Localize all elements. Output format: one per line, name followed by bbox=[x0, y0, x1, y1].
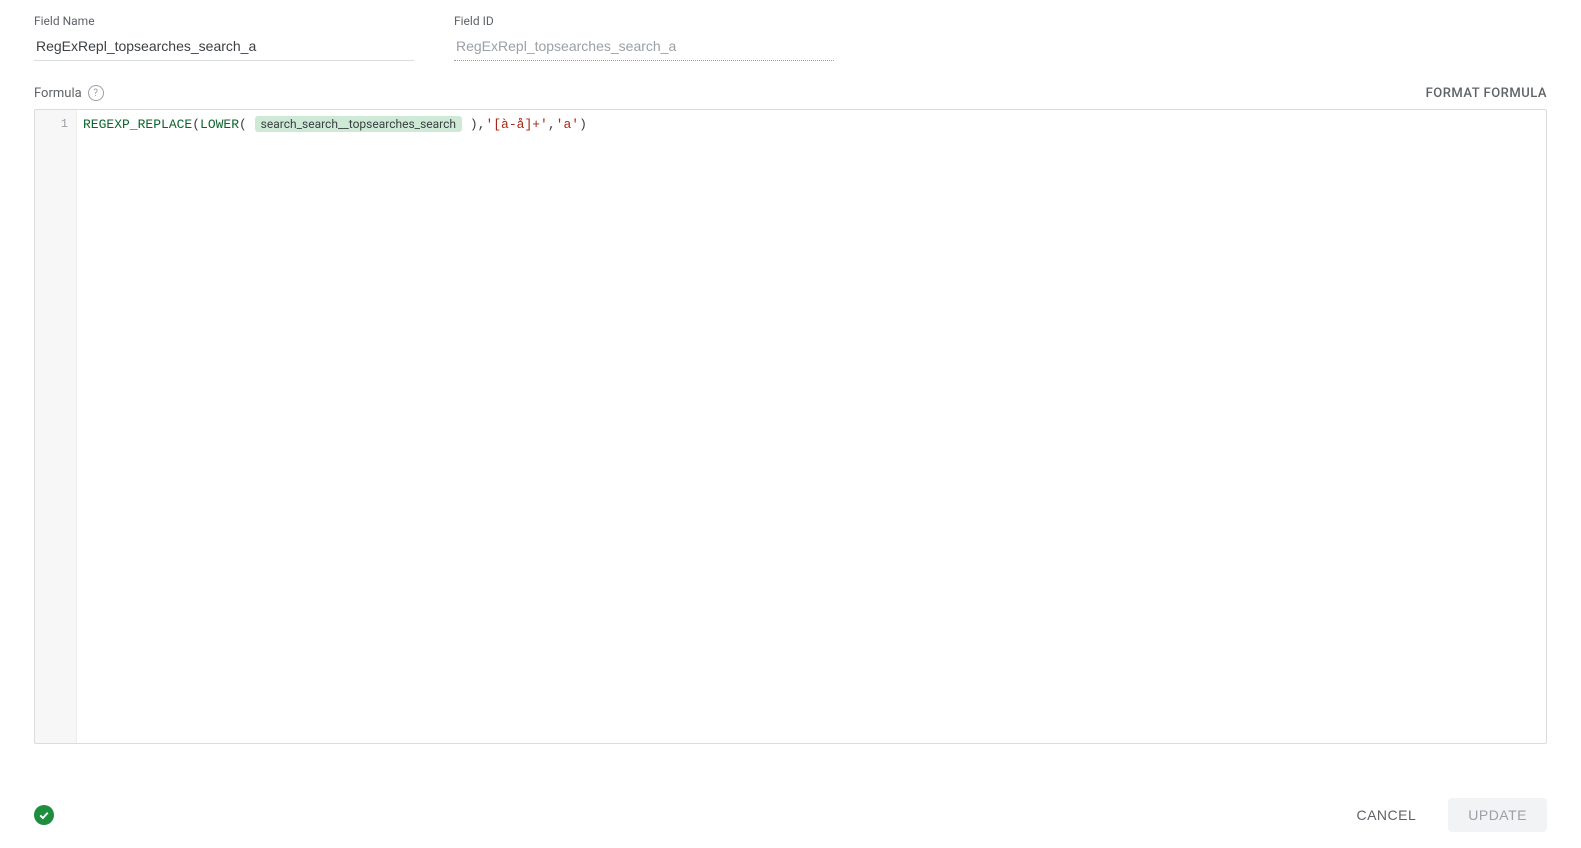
help-icon[interactable]: ? bbox=[88, 85, 104, 101]
token-comma: , bbox=[548, 117, 556, 132]
field-id-group: Field ID bbox=[454, 14, 834, 61]
formula-editor[interactable]: 1 REGEXP_REPLACE(LOWER( search_search__t… bbox=[34, 109, 1547, 744]
field-name-input[interactable] bbox=[34, 34, 414, 61]
token-paren: ( bbox=[192, 117, 200, 132]
field-id-input bbox=[454, 34, 834, 61]
field-id-label: Field ID bbox=[454, 14, 834, 28]
token-function: REGEXP_REPLACE bbox=[83, 117, 192, 132]
token-paren: ) bbox=[470, 117, 478, 132]
cancel-button[interactable]: CANCEL bbox=[1338, 799, 1434, 831]
valid-check-icon bbox=[34, 805, 54, 825]
update-button[interactable]: UPDATE bbox=[1448, 798, 1547, 832]
token-string: '[à-å]+' bbox=[485, 117, 547, 132]
line-number: 1 bbox=[35, 114, 76, 134]
footer-bar: CANCEL UPDATE bbox=[0, 792, 1581, 848]
code-area[interactable]: REGEXP_REPLACE(LOWER( search_search__top… bbox=[77, 110, 1546, 743]
format-formula-button[interactable]: FORMAT FORMULA bbox=[1426, 86, 1547, 101]
token-paren: ( bbox=[239, 117, 247, 132]
field-name-group: Field Name bbox=[34, 14, 414, 61]
token-paren: ) bbox=[579, 117, 587, 132]
formula-label: Formula bbox=[34, 86, 82, 101]
token-string: 'a' bbox=[556, 117, 579, 132]
dimension-chip[interactable]: search_search__topsearches_search bbox=[255, 116, 462, 132]
field-name-label: Field Name bbox=[34, 14, 414, 28]
editor-gutter: 1 bbox=[35, 110, 77, 743]
token-function: LOWER bbox=[200, 117, 239, 132]
